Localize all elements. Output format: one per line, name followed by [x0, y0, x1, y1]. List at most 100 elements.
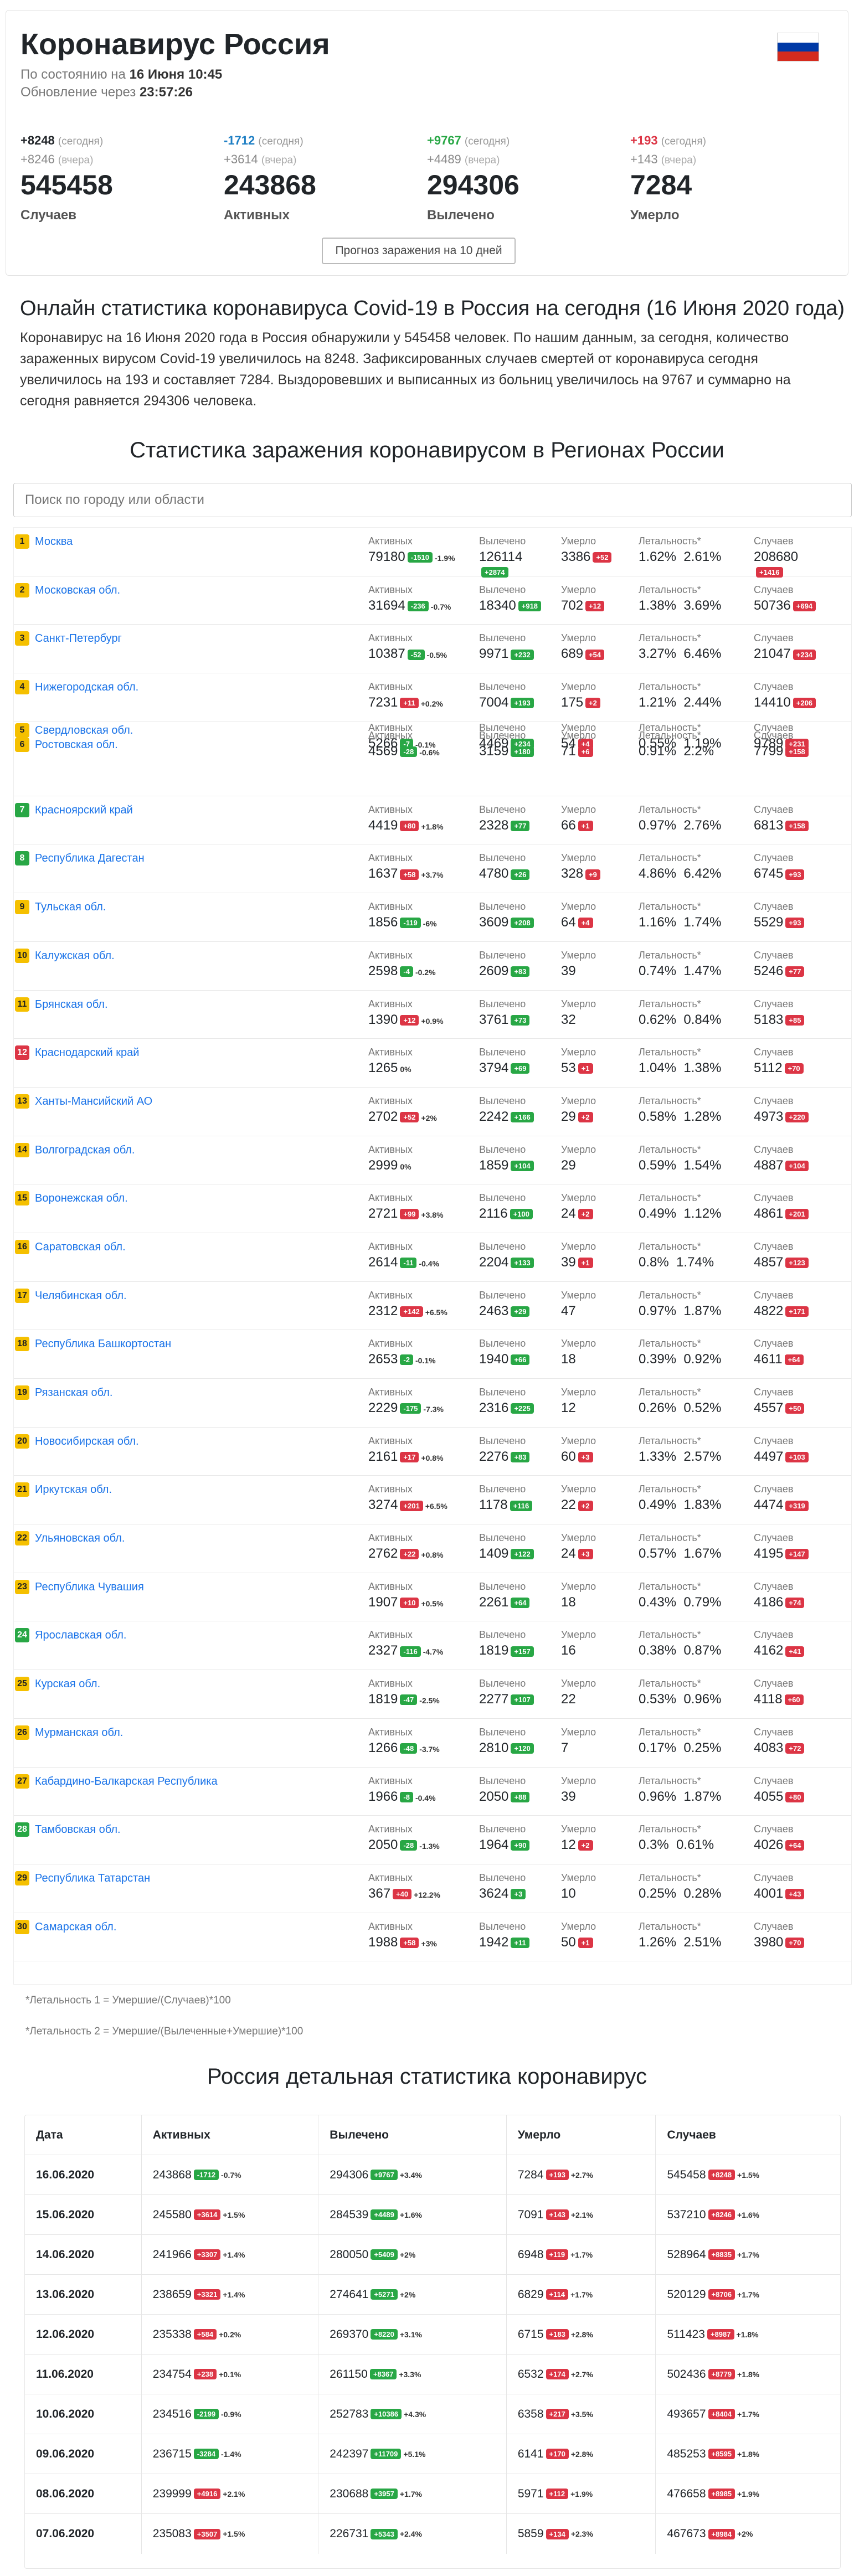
forecast-button[interactable]: Прогноз заражения на 10 дней — [322, 238, 516, 264]
died-label: Умерло — [561, 949, 596, 961]
cases-label: Случаев — [754, 1823, 794, 1835]
lethality-label: Летальность* — [639, 1726, 701, 1738]
region-link[interactable]: Воронежская обл. — [35, 1192, 128, 1205]
region-link[interactable]: Ярославская обл. — [35, 1629, 127, 1642]
col-cases: Случаев 4497 +103 — [754, 1435, 809, 1465]
table-row: 14.06.2020 241966 +3307 +1.4% 280050 +5409 +… — [25, 2235, 840, 2275]
regions-list: 1 Москва Активных 79180 -1510 -1.9% Вылечен… — [13, 527, 852, 1985]
cases-label: Случаев — [754, 1678, 794, 1689]
region-link[interactable]: Саратовская обл. — [35, 1241, 126, 1254]
lethality-1: 1.62% — [639, 549, 677, 564]
region-link[interactable]: Иркутская обл. — [35, 1483, 112, 1496]
region-link[interactable]: Республика Дагестан — [35, 852, 145, 865]
col-lethality: Летальность* 1.38% 3.69% — [639, 584, 721, 614]
stat-label: Случаев — [20, 208, 76, 223]
active-value: 2312 — [368, 1303, 398, 1318]
col-recovered: Вылечено 2116 +100 — [479, 1192, 533, 1222]
recovered-label: Вылечено — [479, 584, 526, 595]
recovered-value: 9971 — [479, 646, 509, 662]
region-link[interactable]: Тамбовская обл. — [35, 1823, 121, 1836]
region-link[interactable]: Республика Татарстан — [35, 1872, 150, 1885]
recovered-value: 284539 — [330, 2208, 369, 2221]
col-active: Активных 1988 +58 +3% — [368, 1921, 437, 1950]
region-link[interactable]: Краснодарский край — [35, 1047, 139, 1059]
region-link[interactable]: Курская обл. — [35, 1678, 100, 1691]
lethality-2: 2.51% — [683, 1934, 722, 1950]
region-link[interactable]: Красноярский край — [35, 804, 133, 817]
delta-badge: +3321 — [193, 2289, 221, 2300]
region-link[interactable]: Брянская обл. — [35, 998, 108, 1011]
col-lethality: Летальность* 0.8% 1.74% — [639, 1241, 714, 1270]
search-input[interactable] — [13, 483, 852, 517]
col-recovered: Вылечено 4780 +26 — [479, 852, 530, 882]
delta-badge: +66 — [511, 1354, 530, 1366]
lethality-2: 1.38% — [683, 1060, 722, 1076]
lethality-label: Летальность* — [639, 535, 701, 547]
region-link[interactable]: Ханты-Мансийский АО — [35, 1095, 152, 1108]
active-label: Активных — [368, 1678, 413, 1689]
col-died: Умерло 702 +12 — [561, 584, 605, 614]
region-link[interactable]: Тульская обл. — [35, 901, 106, 914]
region-link[interactable]: Московская обл. — [35, 584, 120, 597]
died-label: Умерло — [561, 852, 596, 864]
region-row: 7 Красноярский край Активных 4419 +80 +1.8%… — [14, 796, 851, 845]
region-link[interactable]: Ростовская обл. — [35, 739, 118, 751]
region-link[interactable]: Челябинская обл. — [35, 1290, 127, 1302]
died-value: 53 — [561, 1060, 576, 1076]
died-value: 39 — [561, 1254, 576, 1270]
lethality-1: 0.97% — [639, 1303, 677, 1318]
region-link[interactable]: Калужская обл. — [35, 950, 115, 962]
region-link[interactable]: Свердловская обл. — [35, 724, 133, 737]
active-label: Активных — [368, 1775, 413, 1786]
th-date: Дата — [36, 2128, 63, 2141]
delta-badge: +584 — [193, 2329, 217, 2340]
col-active: Активных 4569 -28 -0.6% — [368, 730, 440, 759]
region-link[interactable]: Республика Чувашия — [35, 1581, 144, 1594]
col-recovered: Вылечено 1964 +90 — [479, 1823, 530, 1853]
region-link[interactable]: Мурманская обл. — [35, 1727, 123, 1739]
region-link[interactable]: Ульяновская обл. — [35, 1532, 125, 1545]
died-value: 24 — [561, 1206, 576, 1222]
delta-badge: +29 — [511, 1306, 530, 1317]
delta-badge: +217 — [546, 2409, 569, 2419]
region-link[interactable]: Волгоградская обл. — [35, 1144, 135, 1157]
region-link[interactable]: Нижегородская обл. — [35, 681, 138, 694]
recovered-label: Вылечено — [479, 1726, 526, 1738]
region-link[interactable]: Самарская обл. — [35, 1921, 116, 1934]
region-row: 21 Иркутская обл. Активных 3274 +201 +6.5% … — [14, 1476, 851, 1525]
delta-badge: +170 — [546, 2449, 569, 2459]
region-link[interactable]: Кабардино-Балкарская Республика — [35, 1775, 218, 1788]
table-body: 16.06.2020 243868 -1712 -0.7% 294306 +9767 +… — [25, 2155, 840, 2554]
region-link[interactable]: Новосибирская обл. — [35, 1435, 139, 1448]
region-link[interactable]: Республика Башкортостан — [35, 1338, 171, 1351]
died-value: 50 — [561, 1934, 576, 1950]
delta-badge: +166 — [511, 1112, 534, 1123]
region-link[interactable]: Москва — [35, 535, 73, 548]
recovered-value: 2116 — [479, 1206, 508, 1222]
col-died: Умерло 16 — [561, 1629, 596, 1658]
active-value: 4569 — [368, 743, 398, 759]
region-rank: 28 — [15, 1822, 29, 1837]
delta-badge: +26 — [511, 869, 530, 880]
lethality-2: 6.42% — [683, 866, 722, 882]
delta-badge: +3507 — [193, 2528, 221, 2539]
delta-badge: -28 — [400, 1840, 418, 1851]
region-link[interactable]: Санкт-Петербург — [35, 632, 122, 645]
table-row: 09.06.2020 236715 -3284 -1.4% 242397 +11709… — [25, 2434, 840, 2474]
cases-value: 4083 — [754, 1740, 784, 1755]
active-value: 1856 — [368, 915, 398, 930]
active-percent: -0.7% — [221, 2170, 241, 2180]
active-value: 3274 — [368, 1497, 398, 1513]
active-percent: +6.5% — [425, 1502, 447, 1511]
col-active: Активных 1265 0% — [368, 1047, 413, 1076]
stat-today: +9767 (сегодня) — [427, 133, 630, 148]
active-label: Активных — [368, 901, 413, 913]
died-value: 18 — [561, 1352, 576, 1367]
col-recovered: Вылечено 1940 +66 — [479, 1338, 530, 1367]
region-link[interactable]: Рязанская обл. — [35, 1387, 112, 1399]
active-value: 235338 — [152, 2327, 192, 2341]
cases-label: Случаев — [754, 1289, 794, 1301]
cases-value: 3980 — [754, 1934, 784, 1950]
region-rank: 11 — [15, 997, 29, 1012]
delta-badge: +73 — [511, 1014, 530, 1026]
